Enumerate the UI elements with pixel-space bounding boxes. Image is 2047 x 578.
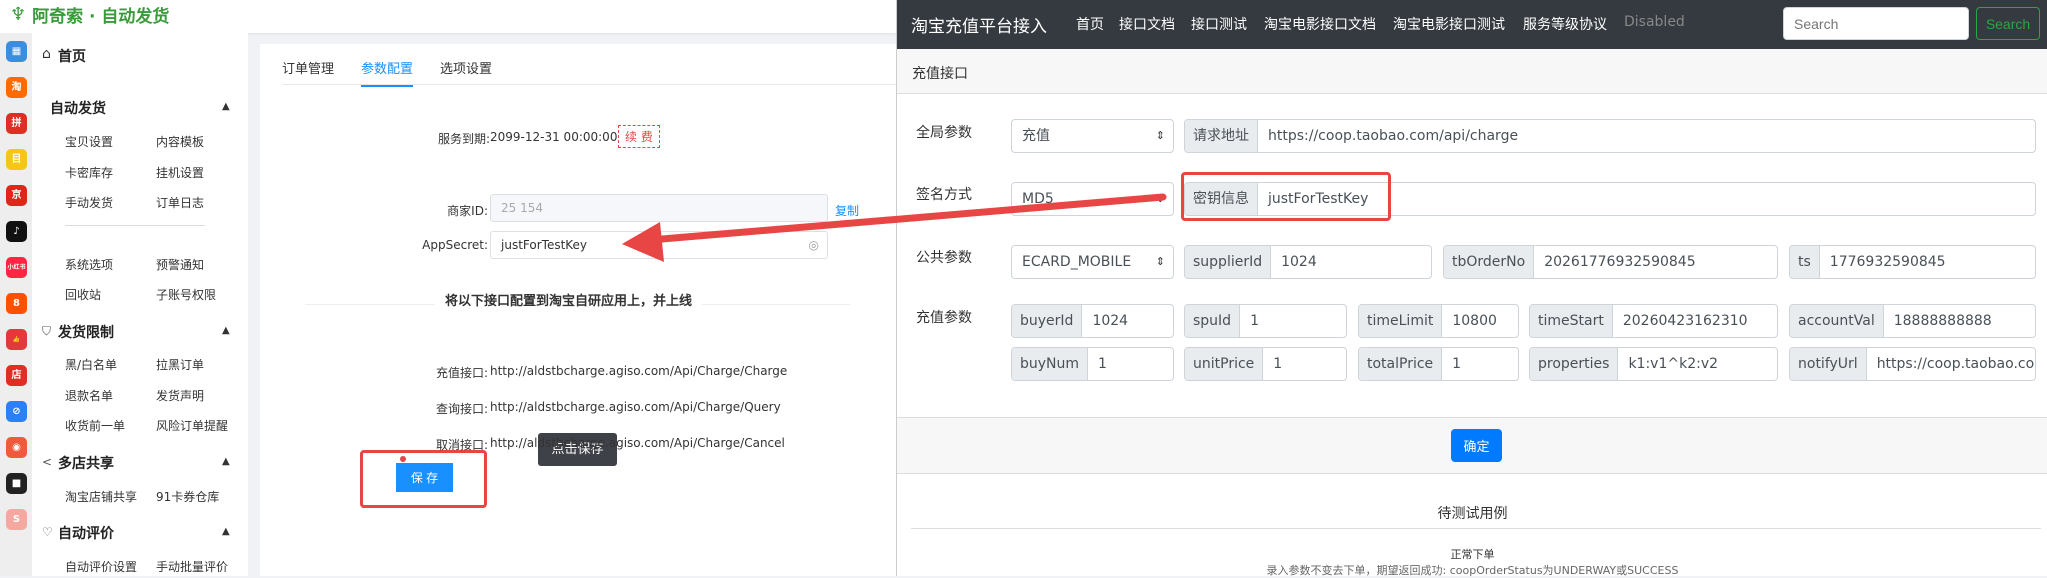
pointer-arrow	[622, 193, 1167, 262]
